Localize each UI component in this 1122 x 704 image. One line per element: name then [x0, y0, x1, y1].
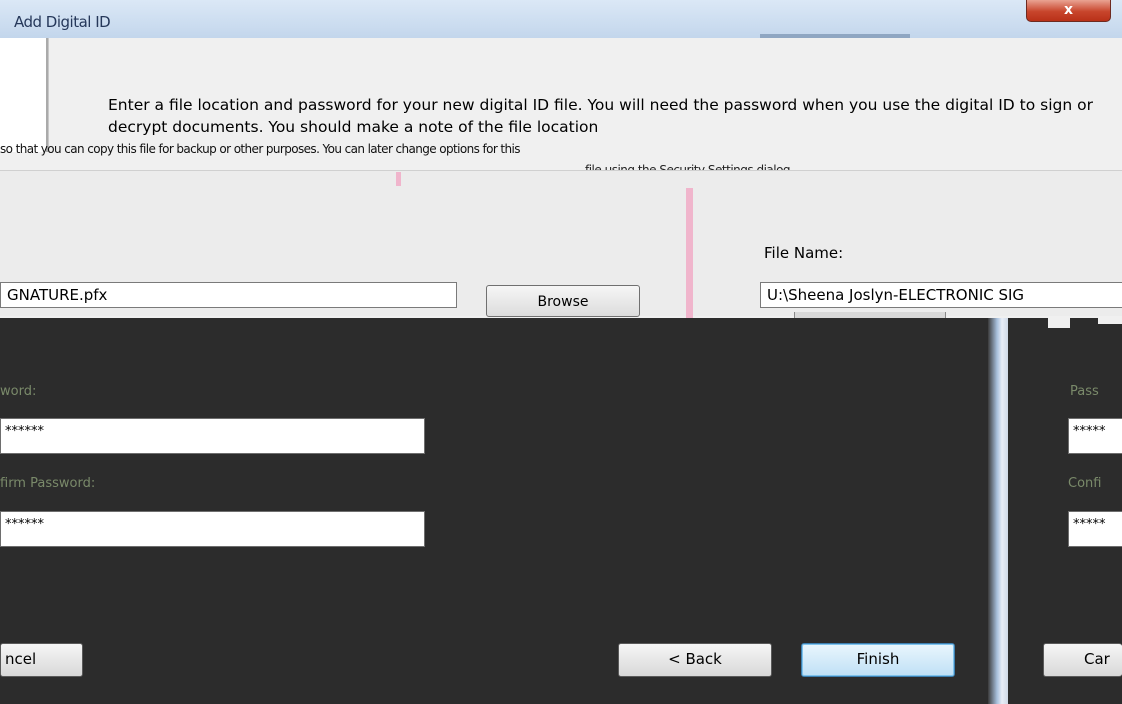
file-name-field[interactable]: GNATURE.pfx [0, 282, 457, 308]
confirm-password-label: firm Password: [0, 476, 96, 491]
confirm-password-label-duplicate: Confi [1068, 476, 1102, 491]
password-label: word: [0, 384, 37, 399]
close-icon: x [1063, 2, 1074, 18]
divider-tick [396, 172, 401, 186]
password-input[interactable]: ****** [0, 418, 425, 454]
window-divider [988, 318, 1008, 704]
confirm-password-input[interactable]: ****** [0, 511, 425, 547]
instruction-line-3: so that you can copy this file for backu… [0, 142, 521, 156]
window-title: Add Digital ID [14, 13, 111, 31]
back-button[interactable]: < Back [618, 643, 772, 677]
file-name-label: File Name: [764, 244, 844, 262]
side-panel [0, 38, 48, 152]
render-artifact [1048, 318, 1070, 328]
divider [686, 188, 693, 318]
title-bar [0, 0, 1122, 39]
finish-button[interactable]: Finish [801, 643, 955, 677]
password-input-duplicate[interactable]: ***** [1068, 418, 1122, 454]
render-artifact [1098, 318, 1122, 324]
close-button[interactable]: x [1026, 0, 1111, 22]
browse-button[interactable]: Browse [486, 285, 640, 317]
password-label-duplicate: Pass [1070, 384, 1099, 399]
confirm-password-input-duplicate[interactable]: ***** [1068, 511, 1122, 547]
cancel-button[interactable]: ncel [0, 643, 83, 677]
instruction-text: Enter a file location and password for y… [108, 96, 1093, 136]
file-name-field-duplicate[interactable]: U:\Sheena Joslyn-ELECTRONIC SIG [760, 282, 1122, 308]
cancel-button-duplicate[interactable]: Car [1043, 643, 1122, 677]
